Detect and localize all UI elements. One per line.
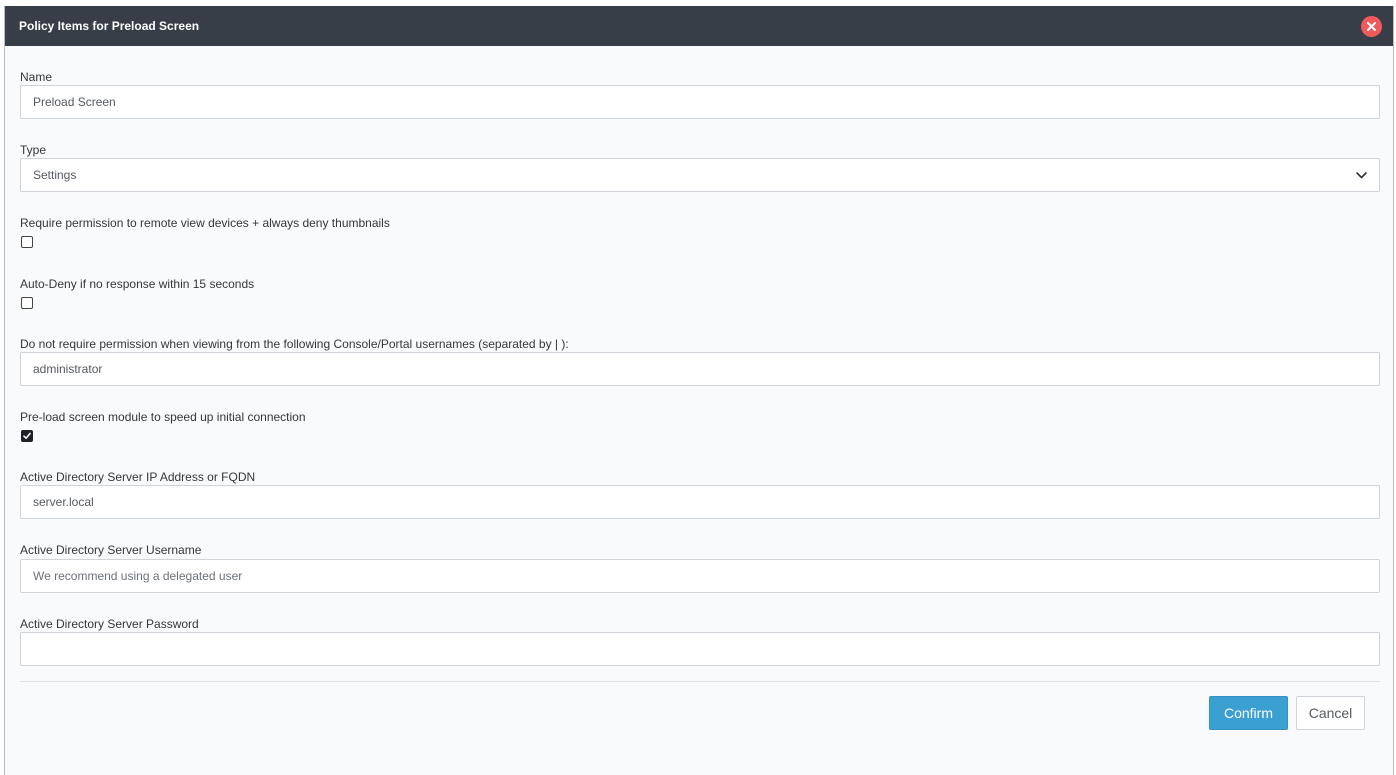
name-input[interactable]: [20, 85, 1380, 119]
cancel-button[interactable]: Cancel: [1296, 696, 1365, 730]
preload-module-checkbox[interactable]: [21, 430, 33, 442]
ad-password-input[interactable]: [20, 632, 1380, 666]
require-permission-label: Require permission to remote view device…: [20, 216, 390, 230]
ad-password-label: Active Directory Server Password: [20, 617, 199, 631]
ad-server-label: Active Directory Server IP Address or FQ…: [20, 470, 256, 484]
ad-username-label: Active Directory Server Username: [20, 543, 202, 557]
name-label: Name: [20, 70, 53, 84]
preload-module-label: Pre-load screen module to speed up initi…: [20, 410, 306, 424]
exempt-usernames-label: Do not require permission when viewing f…: [20, 337, 569, 351]
ad-username-input[interactable]: [20, 559, 1380, 593]
require-permission-checkbox[interactable]: [21, 236, 33, 248]
confirm-button[interactable]: Confirm: [1209, 696, 1288, 730]
auto-deny-checkbox[interactable]: [21, 297, 33, 309]
auto-deny-label: Auto-Deny if no response within 15 secon…: [20, 277, 255, 291]
exempt-usernames-input[interactable]: [20, 352, 1380, 386]
type-label: Type: [20, 143, 47, 157]
policy-items-dialog: Policy Items for Preload Screen Name Typ…: [4, 6, 1394, 775]
footer-divider: [20, 681, 1380, 682]
ad-server-input[interactable]: [20, 485, 1380, 519]
chevron-down-icon: [1356, 171, 1367, 178]
type-select[interactable]: Settings: [20, 158, 1380, 192]
checkmark-icon: [23, 432, 31, 439]
dialog-header: Policy Items for Preload Screen: [5, 6, 1393, 46]
close-icon: [1367, 22, 1376, 31]
close-button[interactable]: [1361, 16, 1382, 37]
dialog-title: Policy Items for Preload Screen: [19, 19, 200, 33]
type-selected-value: Settings: [33, 168, 77, 182]
